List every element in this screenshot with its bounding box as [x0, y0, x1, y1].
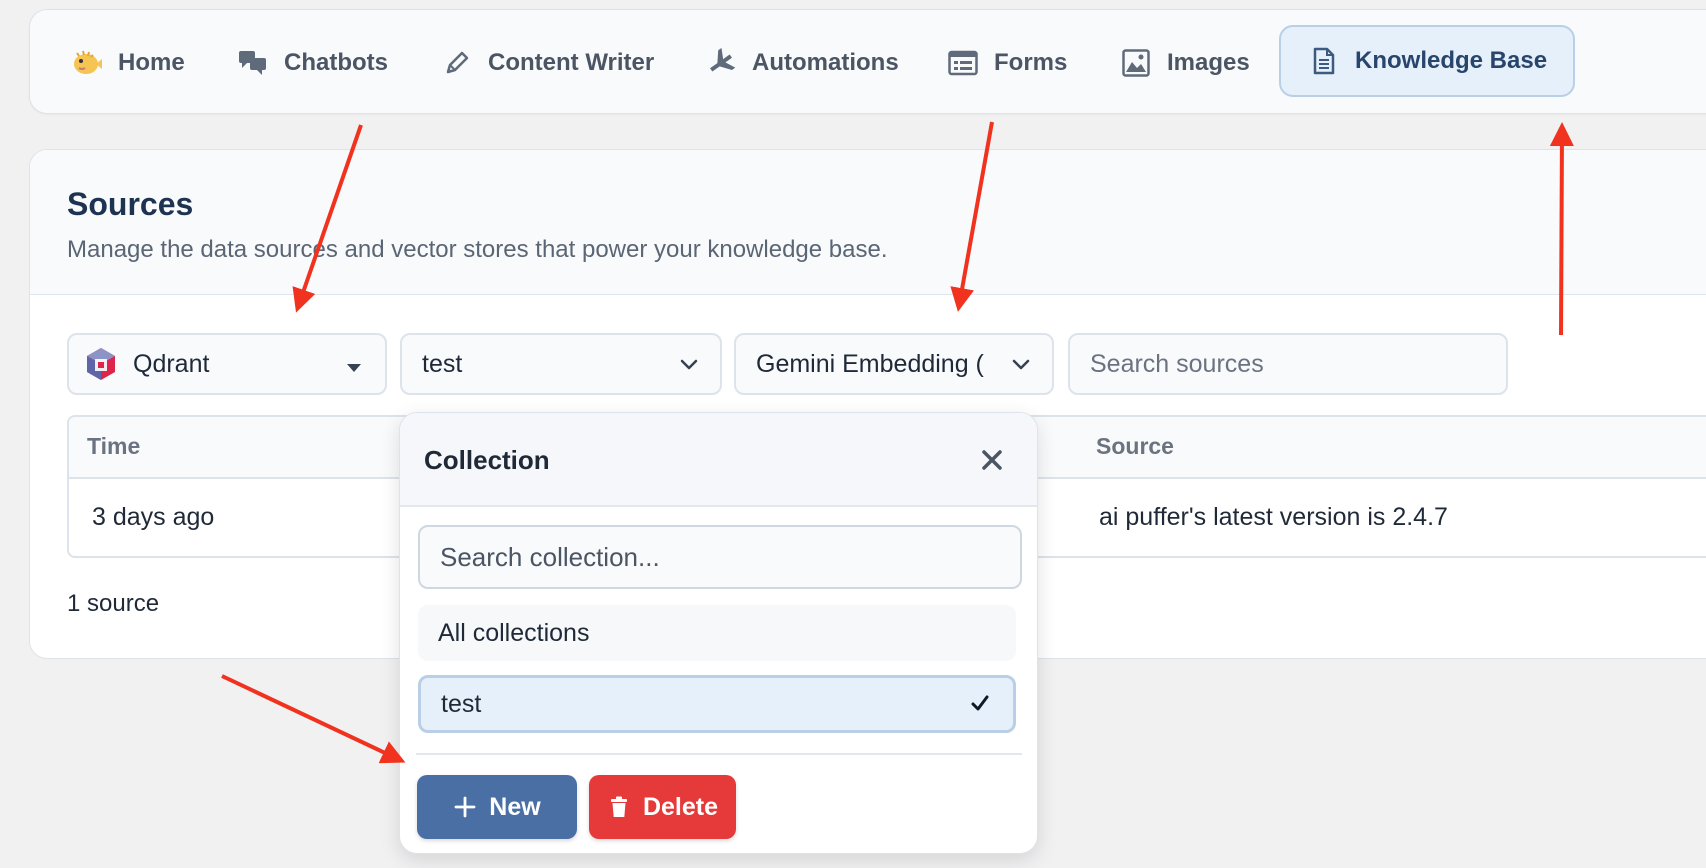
close-icon[interactable]: [977, 445, 1007, 475]
page-title: Sources: [67, 186, 194, 222]
nav-forms-label: Forms: [994, 49, 1068, 76]
collection-option-label: test: [441, 689, 482, 718]
popover-title: Collection: [424, 445, 550, 475]
provider-select-value: Qdrant: [133, 349, 210, 378]
popover-header: Collection: [400, 413, 1037, 507]
nav-chatbots[interactable]: Chatbots: [236, 32, 388, 94]
top-nav: Home Chatbots Content Writer Automations…: [29, 9, 1706, 114]
collection-select-value: test: [422, 349, 463, 378]
nav-content-writer-label: Content Writer: [488, 49, 655, 76]
nav-content-writer[interactable]: Content Writer: [440, 32, 654, 94]
pencil-icon: [440, 48, 474, 78]
collection-select[interactable]: test: [400, 333, 722, 395]
collection-option-test[interactable]: test: [418, 675, 1016, 733]
form-icon: [946, 48, 980, 78]
nav-chatbots-label: Chatbots: [284, 49, 388, 76]
row-source: ai puffer's latest version is 2.4.7: [1099, 503, 1448, 531]
caret-down-icon: [347, 364, 361, 372]
nav-automations[interactable]: Automations: [704, 32, 899, 94]
new-collection-button[interactable]: New: [417, 775, 577, 839]
trash-icon: [610, 796, 627, 817]
delete-collection-button[interactable]: Delete: [589, 775, 736, 839]
airplane-icon: [704, 48, 738, 78]
column-header-time: Time: [87, 433, 141, 459]
nav-images-label: Images: [1167, 49, 1250, 76]
collection-option-label: All collections: [438, 618, 590, 647]
chevron-down-icon: [680, 359, 698, 370]
nav-knowledge-base[interactable]: Knowledge Base: [1279, 25, 1576, 97]
qdrant-logo-icon: [85, 347, 117, 381]
page-subtitle: Manage the data sources and vector store…: [67, 236, 888, 263]
chat-bubbles-icon: [236, 48, 270, 78]
chevron-down-icon: [1012, 359, 1030, 370]
collection-option-all[interactable]: All collections: [418, 605, 1016, 661]
nav-home-label: Home: [118, 49, 185, 76]
nav-images[interactable]: Images: [1119, 32, 1250, 94]
provider-select[interactable]: Qdrant: [67, 333, 387, 395]
embedding-model-select[interactable]: Gemini Embedding (: [734, 333, 1054, 395]
embedding-select-value: Gemini Embedding (: [756, 349, 984, 378]
column-header-source: Source: [1096, 433, 1174, 459]
search-collection-input[interactable]: [418, 525, 1022, 589]
collection-popover: Collection All collections test New Dele…: [399, 412, 1038, 854]
checkmark-icon: [971, 695, 989, 711]
plus-icon: [454, 796, 476, 818]
divider: [416, 753, 1022, 755]
card-header: Sources Manage the data sources and vect…: [30, 150, 1706, 295]
nav-automations-label: Automations: [752, 49, 899, 76]
row-time: 3 days ago: [92, 503, 215, 531]
new-button-label: New: [489, 792, 541, 821]
search-sources-input[interactable]: [1068, 333, 1508, 395]
document-icon: [1307, 46, 1341, 76]
nav-knowledge-base-label: Knowledge Base: [1355, 47, 1548, 74]
nav-home[interactable]: Home: [70, 32, 185, 94]
delete-button-label: Delete: [642, 792, 719, 821]
image-icon: [1119, 48, 1153, 78]
pufferfish-icon: [70, 48, 104, 78]
source-count: 1 source: [67, 590, 160, 617]
annotation-arrow: [221, 674, 406, 764]
nav-forms[interactable]: Forms: [946, 32, 1067, 94]
